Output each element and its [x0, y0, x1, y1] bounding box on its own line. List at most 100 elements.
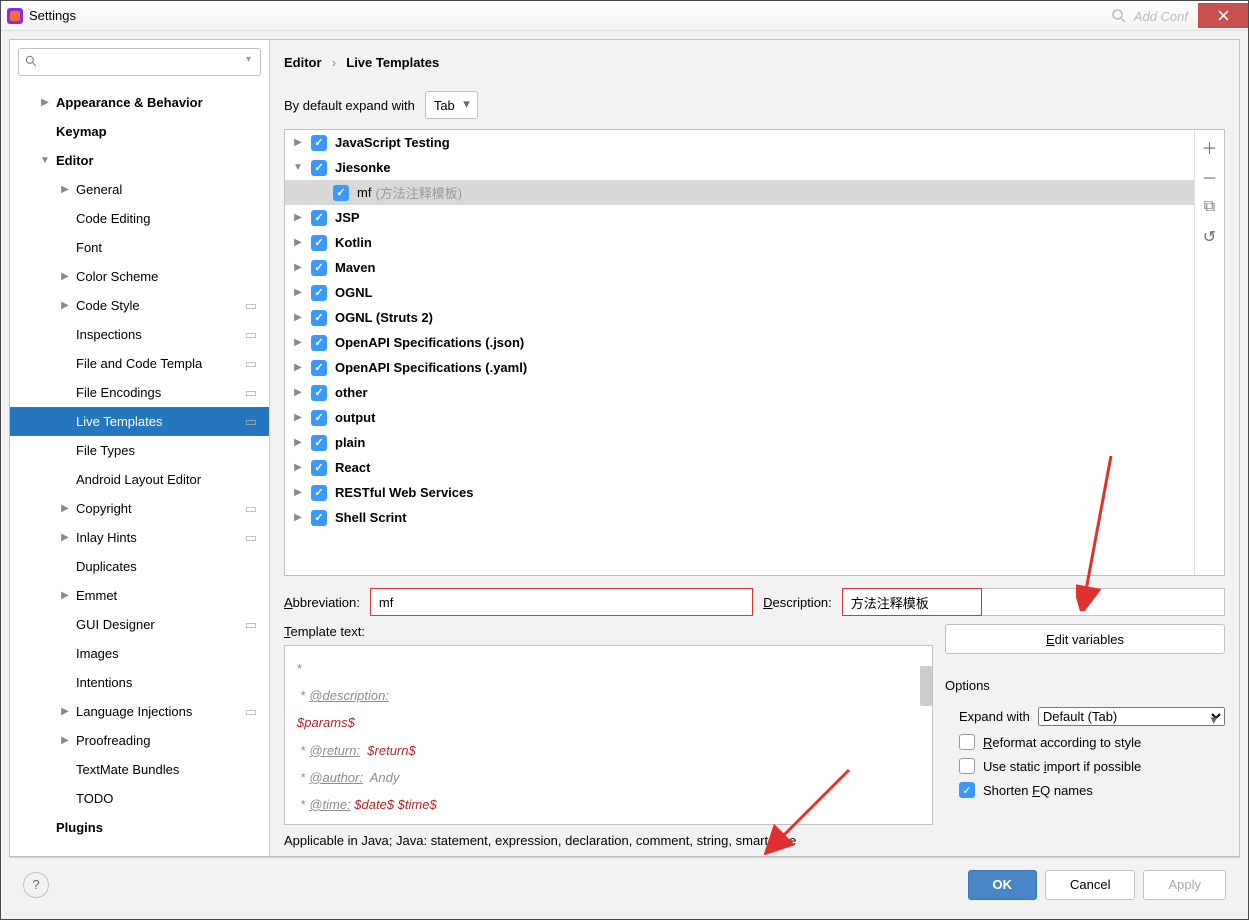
template-item[interactable]: ▶✓OGNL (Struts 2) — [285, 305, 1194, 330]
sidebar-item[interactable]: File Types — [10, 436, 269, 465]
template-item[interactable]: ▶✓Kotlin — [285, 230, 1194, 255]
sidebar-item[interactable]: ▼Editor — [10, 146, 269, 175]
expand-with-label: Expand with — [959, 709, 1030, 724]
sidebar-item[interactable]: ▶Code Style▭ — [10, 291, 269, 320]
template-item[interactable]: ▶✓Maven — [285, 255, 1194, 280]
add-button[interactable]: ＋ — [1199, 136, 1221, 158]
checkbox[interactable]: ✓ — [311, 385, 327, 401]
tree-arrow-icon: ▶ — [58, 271, 72, 282]
reformat-checkbox[interactable] — [959, 734, 975, 750]
sidebar-item[interactable]: File and Code Templa▭ — [10, 349, 269, 378]
search-input[interactable] — [18, 48, 261, 76]
template-list[interactable]: ▶✓JavaScript Testing▼✓Jiesonke✓mf(方法注释模板… — [285, 130, 1194, 575]
template-item[interactable]: ▶✓JSP — [285, 205, 1194, 230]
template-item[interactable]: ▶✓Shell Scrint — [285, 505, 1194, 530]
static-import-checkbox[interactable] — [959, 758, 975, 774]
sidebar-item[interactable]: TextMate Bundles — [10, 755, 269, 784]
remove-button[interactable]: － — [1199, 166, 1221, 188]
editor-txt: Andy — [363, 770, 399, 785]
sidebar-item-label: General — [72, 182, 122, 197]
template-item[interactable]: ▼✓Jiesonke — [285, 155, 1194, 180]
sidebar-item[interactable]: ▶Appearance & Behavior — [10, 88, 269, 117]
checkbox[interactable]: ✓ — [311, 485, 327, 501]
sidebar-item[interactable]: ▶Proofreading — [10, 726, 269, 755]
titlebar-hint: Add Conf — [1134, 9, 1188, 24]
chevron-down-icon[interactable]: ▾ — [246, 54, 251, 65]
copy-button[interactable]: ⧉ — [1199, 196, 1221, 218]
sidebar-item[interactable]: Code Editing — [10, 204, 269, 233]
sidebar-item[interactable]: ▶Copyright▭ — [10, 494, 269, 523]
apply-button[interactable]: Apply — [1143, 870, 1226, 900]
tree-arrow-icon: ▶ — [58, 503, 72, 514]
checkbox[interactable]: ✓ — [311, 360, 327, 376]
checkbox[interactable]: ✓ — [311, 435, 327, 451]
sidebar-item[interactable]: ▶Color Scheme — [10, 262, 269, 291]
sidebar-item[interactable]: ▶General — [10, 175, 269, 204]
template-item[interactable]: ▶✓OGNL — [285, 280, 1194, 305]
editor-line: * — [297, 770, 309, 785]
checkbox[interactable]: ✓ — [311, 460, 327, 476]
checkbox[interactable]: ✓ — [311, 260, 327, 276]
sidebar-item[interactable]: Keymap — [10, 117, 269, 146]
config-icon: ▭ — [245, 501, 257, 517]
sidebar-item[interactable]: Intentions — [10, 668, 269, 697]
sidebar-item[interactable]: Images — [10, 639, 269, 668]
sidebar-item-label: GUI Designer — [72, 617, 155, 632]
sidebar-item[interactable]: Android Layout Editor — [10, 465, 269, 494]
template-item[interactable]: ▶✓OpenAPI Specifications (.yaml) — [285, 355, 1194, 380]
expand-select[interactable]: Tab — [425, 91, 478, 119]
sidebar-search: ▾ — [10, 40, 269, 84]
template-item[interactable]: ✓mf(方法注释模板) — [285, 180, 1194, 205]
sidebar-item[interactable]: TODO — [10, 784, 269, 813]
checkbox[interactable]: ✓ — [311, 510, 327, 526]
checkbox[interactable]: ✓ — [311, 410, 327, 426]
ok-button[interactable]: OK — [968, 870, 1038, 900]
expand-with-select[interactable]: Default (Tab) — [1038, 707, 1225, 726]
checkbox[interactable]: ✓ — [311, 210, 327, 226]
shorten-fq-checkbox[interactable]: ✓ — [959, 782, 975, 798]
template-item[interactable]: ▶✓output — [285, 405, 1194, 430]
cancel-button[interactable]: Cancel — [1045, 870, 1135, 900]
checkbox[interactable]: ✓ — [311, 235, 327, 251]
applicable-contexts: Applicable in Java; Java: statement, exp… — [270, 825, 1239, 856]
checkbox[interactable]: ✓ — [311, 135, 327, 151]
scrollbar-thumb[interactable] — [920, 666, 932, 706]
desc-field[interactable] — [842, 588, 982, 616]
abbrev-field[interactable] — [370, 588, 753, 616]
template-item[interactable]: ▶✓other — [285, 380, 1194, 405]
desc-field-ext[interactable] — [982, 588, 1225, 616]
template-editor[interactable]: * * @description: $params$ * @return: $r… — [284, 645, 933, 825]
checkbox[interactable]: ✓ — [311, 160, 327, 176]
edit-variables-button[interactable]: Edit variables — [945, 624, 1225, 654]
undo-button[interactable]: ↺ — [1199, 226, 1221, 248]
template-item[interactable]: ▶✓OpenAPI Specifications (.json) — [285, 330, 1194, 355]
sidebar-item[interactable]: ▶Language Injections▭ — [10, 697, 269, 726]
sidebar-item[interactable]: ▶Inlay Hints▭ — [10, 523, 269, 552]
tree-arrow-icon: ▶ — [291, 287, 305, 298]
template-label: output — [333, 410, 375, 425]
sidebar-item-label: Code Style — [72, 298, 140, 313]
checkbox[interactable]: ✓ — [333, 185, 349, 201]
template-item[interactable]: ▶✓plain — [285, 430, 1194, 455]
sidebar-item[interactable]: Duplicates — [10, 552, 269, 581]
sidebar-item-label: Proofreading — [72, 733, 150, 748]
template-label: Maven — [333, 260, 375, 275]
close-button[interactable] — [1198, 3, 1248, 28]
template-item[interactable]: ▶✓RESTful Web Services — [285, 480, 1194, 505]
checkbox[interactable]: ✓ — [311, 335, 327, 351]
sidebar-item[interactable]: Live Templates▭ — [10, 407, 269, 436]
checkbox[interactable]: ✓ — [311, 310, 327, 326]
template-item[interactable]: ▶✓JavaScript Testing — [285, 130, 1194, 155]
checkbox[interactable]: ✓ — [311, 285, 327, 301]
sidebar-item[interactable]: ▶Emmet — [10, 581, 269, 610]
sidebar-item-label: Android Layout Editor — [72, 472, 201, 487]
sidebar-item[interactable]: File Encodings▭ — [10, 378, 269, 407]
sidebar-item[interactable]: GUI Designer▭ — [10, 610, 269, 639]
help-button[interactable]: ? — [23, 872, 49, 898]
sidebar-item[interactable]: Font — [10, 233, 269, 262]
editor-var: $params$ — [297, 715, 355, 730]
sidebar-item[interactable]: Plugins — [10, 813, 269, 842]
sidebar-item[interactable]: Inspections▭ — [10, 320, 269, 349]
editor-tag: @description: — [309, 688, 389, 703]
template-item[interactable]: ▶✓React — [285, 455, 1194, 480]
